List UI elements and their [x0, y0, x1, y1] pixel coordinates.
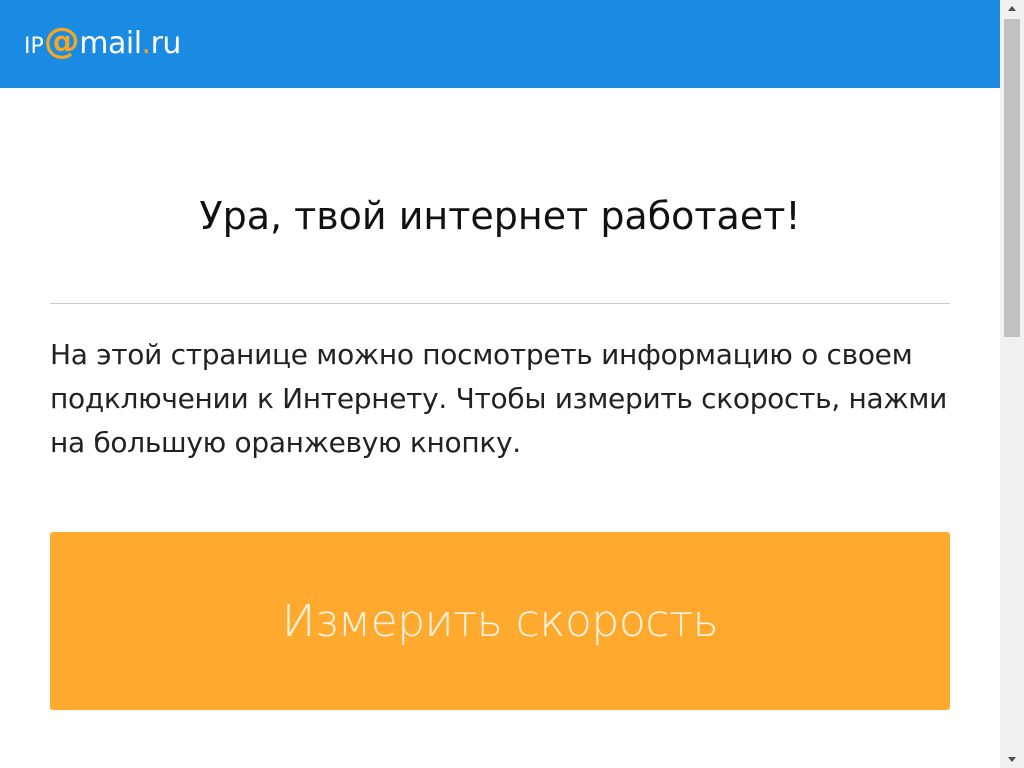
site-logo[interactable]: IP@mail.ru — [24, 18, 181, 66]
logo-ip-text: IP — [24, 34, 44, 59]
header-bar: IP@mail.ru — [0, 0, 1000, 88]
divider — [50, 303, 950, 304]
triangle-down-icon — [1008, 757, 1016, 762]
measure-speed-button[interactable]: Измерить скорость — [50, 532, 950, 710]
logo-dot: . — [141, 26, 152, 61]
logo-mail-text: mail — [79, 26, 142, 61]
page-headline: Ура, твой интернет работает! — [199, 194, 801, 238]
page-viewport: IP@mail.ru Ура, твой интернет работает! … — [0, 0, 1000, 768]
scroll-down-button[interactable] — [1000, 751, 1024, 768]
page-description: На этой странице можно посмотреть информ… — [50, 338, 948, 459]
scroll-up-button[interactable] — [1000, 0, 1024, 17]
vertical-scrollbar[interactable] — [1000, 0, 1024, 768]
logo-at-sign: @ — [43, 21, 80, 62]
triangle-up-icon — [1008, 6, 1016, 11]
logo-ru-text: ru — [150, 26, 182, 61]
scrollbar-thumb[interactable] — [1004, 19, 1020, 337]
